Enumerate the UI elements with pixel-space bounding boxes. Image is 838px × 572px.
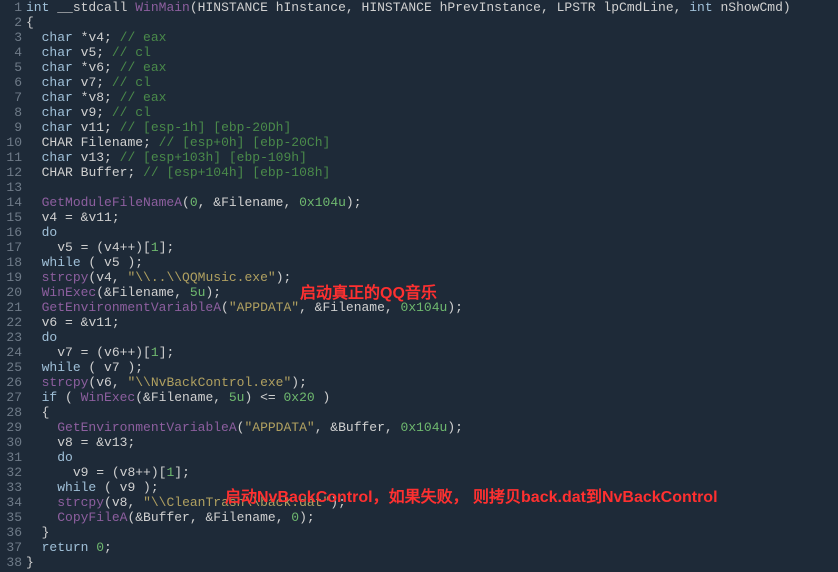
code-line: 24 v7 = (v6++)[1]; — [0, 345, 838, 360]
code-line: 2{ — [0, 15, 838, 30]
code-line: 38} — [0, 555, 838, 570]
code-line: 16 do — [0, 225, 838, 240]
code-line: 17 v5 = (v4++)[1]; — [0, 240, 838, 255]
code-line: 35 CopyFileA(&Buffer, &Filename, 0); — [0, 510, 838, 525]
code-line: 23 do — [0, 330, 838, 345]
code-line: 1int __stdcall WinMain(HINSTANCE hInstan… — [0, 0, 838, 15]
annotation-qqmusic: 启动真正的QQ音乐 — [300, 279, 437, 303]
code-line: 5 char *v6; // eax — [0, 60, 838, 75]
code-line: 26 strcpy(v6, "\\NvBackControl.exe"); — [0, 375, 838, 390]
code-line: 28 { — [0, 405, 838, 420]
code-line: 7 char *v8; // eax — [0, 90, 838, 105]
code-line: 14 GetModuleFileNameA(0, &Filename, 0x10… — [0, 195, 838, 210]
code-line: 25 while ( v7 ); — [0, 360, 838, 375]
code-line: 4 char v5; // cl — [0, 45, 838, 60]
code-line: 9 char v11; // [esp-1h] [ebp-20Dh] — [0, 120, 838, 135]
code-line: 32 v9 = (v8++)[1]; — [0, 465, 838, 480]
code-line: 29 GetEnvironmentVariableA("APPDATA", &B… — [0, 420, 838, 435]
annotation-nvbackcontrol: 启动NvBackControl，如果失败， 则拷贝back.dat到NvBack… — [225, 483, 718, 507]
code-line: 13 — [0, 180, 838, 195]
code-line: 18 while ( v5 ); — [0, 255, 838, 270]
code-line: 11 char v13; // [esp+103h] [ebp-109h] — [0, 150, 838, 165]
code-line: 8 char v9; // cl — [0, 105, 838, 120]
code-line: 37 return 0; — [0, 540, 838, 555]
code-line: 36 } — [0, 525, 838, 540]
code-line: 22 v6 = &v11; — [0, 315, 838, 330]
code-line: 31 do — [0, 450, 838, 465]
code-line: 27 if ( WinExec(&Filename, 5u) <= 0x20 ) — [0, 390, 838, 405]
code-line: 10 CHAR Filename; // [esp+0h] [ebp-20Ch] — [0, 135, 838, 150]
code-line: 3 char *v4; // eax — [0, 30, 838, 45]
code-line: 6 char v7; // cl — [0, 75, 838, 90]
code-line: 30 v8 = &v13; — [0, 435, 838, 450]
line-number: 1 — [0, 0, 26, 15]
code-line: 12 CHAR Buffer; // [esp+104h] [ebp-108h] — [0, 165, 838, 180]
code-line: 15 v4 = &v11; — [0, 210, 838, 225]
